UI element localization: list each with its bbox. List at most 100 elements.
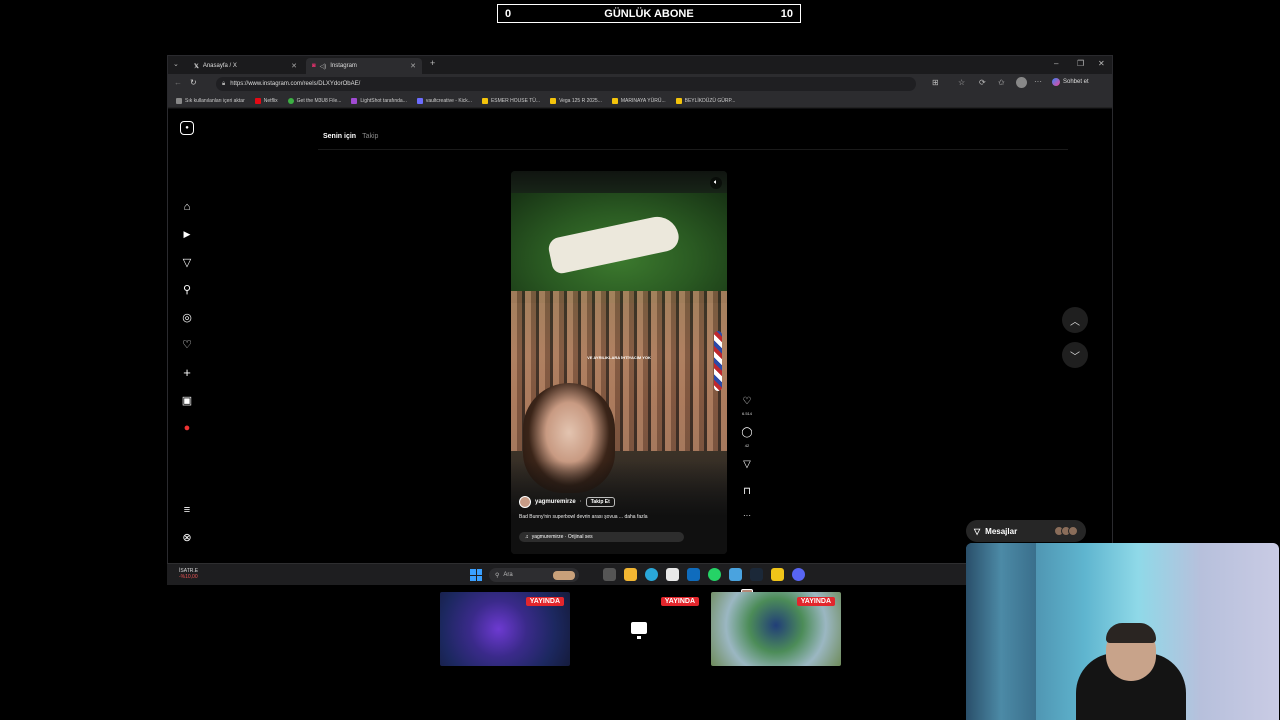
more-menu-icon[interactable]: ··· — [1034, 77, 1042, 86]
subscriber-goal-bar: 0 GÜNLÜK ABONE 10 — [497, 4, 801, 23]
reel-description[interactable]: Bad Bunny'nin superbowl devrin arası şov… — [519, 514, 648, 520]
reel-audio[interactable]: ♫ yagmuremirze · Orijinal ses — [519, 532, 684, 542]
settings-icon[interactable] — [729, 568, 742, 581]
send-icon: ▽ — [974, 526, 981, 536]
browser-window: ⌄ 𝕏 Anasayfa / X ✕ ◙ ◁) Instagram ✕ + – … — [167, 55, 1113, 601]
edge-icon[interactable] — [645, 568, 658, 581]
live-badge: YAYINDA — [796, 597, 835, 606]
feed-tabs: Senin için Takip — [323, 133, 378, 140]
back-icon[interactable]: ← — [174, 78, 182, 87]
explore-icon[interactable]: ◎ — [180, 310, 194, 324]
streamer-hair — [1106, 623, 1156, 643]
tab-for-you[interactable]: Senin için — [323, 133, 356, 140]
copilot-button[interactable]: Sohbet et — [1052, 78, 1089, 86]
separator-dot: · — [579, 499, 582, 505]
bookmark-beylikduzu[interactable]: BEYLİKDÜZÜ GÜRP... — [675, 97, 735, 104]
tab-label: Anasayfa / X — [202, 63, 237, 69]
tab-label: Instagram — [330, 63, 357, 69]
stock-widget[interactable]: İSATR.E -%10,00 — [179, 568, 198, 580]
home-icon[interactable]: ⌂ — [180, 200, 194, 214]
reels-icon[interactable]: ▶ — [180, 227, 194, 241]
close-tab-icon[interactable]: ✕ — [291, 62, 297, 70]
bookmark-esmer[interactable]: ESMER HOUSE TÜ... — [481, 97, 540, 104]
star-icon[interactable]: ☆ — [958, 78, 965, 87]
bookmark-import[interactable]: Sık kullanılanları içeri aktar — [176, 97, 245, 104]
steam-icon[interactable] — [750, 568, 763, 581]
search-placeholder: Ara — [503, 572, 513, 578]
task-view-icon[interactable] — [603, 568, 616, 581]
mute-icon[interactable]: 🔈︎ — [710, 177, 722, 189]
divider — [318, 149, 1068, 150]
restore-icon[interactable]: ❐ — [1077, 59, 1084, 68]
new-tab-icon[interactable]: + — [430, 58, 435, 68]
copilot-icon — [1052, 78, 1060, 86]
speaker-icon[interactable]: ◁) — [320, 63, 327, 70]
bookmark-m3u8[interactable]: Get the M3U8 File... — [287, 97, 341, 104]
close-window-icon[interactable]: ✕ — [1098, 59, 1105, 68]
profile-icon[interactable]: ● — [180, 421, 194, 435]
create-icon[interactable]: + — [180, 365, 194, 380]
mail-icon[interactable] — [687, 568, 700, 581]
save-icon[interactable]: ⊓ — [740, 486, 754, 497]
sync-icon[interactable]: ⟳ — [979, 78, 986, 87]
taskbar-search[interactable]: ⚲ Ara — [489, 568, 579, 582]
bookmark-kick[interactable]: vaultcreative - Kick... — [416, 97, 472, 104]
bookmarks-bar: Sık kullanılanları içeri aktar Netflix G… — [168, 94, 1112, 108]
monitor-icon — [631, 622, 647, 639]
stream-thumbnail-2[interactable]: YAYINDA — [575, 592, 705, 666]
tab-instagram[interactable]: ◙ ◁) Instagram ✕ — [306, 58, 422, 74]
dashboard-icon[interactable]: ▣ — [180, 393, 194, 407]
x-logo-icon: 𝕏 — [194, 63, 199, 70]
send-icon[interactable]: ▽ — [180, 255, 194, 269]
start-icon[interactable] — [470, 569, 482, 581]
menu-icon[interactable]: ≡ — [180, 503, 194, 517]
tab-list-icon[interactable]: ⌄ — [173, 60, 179, 68]
reel-video[interactable]: VE AYRILIKLARA İHTİYACIM YOK 🔈︎ yagmurem… — [511, 171, 727, 554]
like-icon[interactable]: ♡ — [740, 396, 754, 407]
stock-change: -%10,00 — [179, 574, 198, 580]
url-field[interactable]: 🔒︎ https://www.instagram.com/reels/DLXYd… — [216, 77, 916, 91]
messages-button[interactable]: ▽ Mesajlar — [966, 520, 1086, 542]
chevron-up-icon: ︿ — [1070, 316, 1080, 328]
whatsapp-icon[interactable] — [708, 568, 721, 581]
file-explorer-icon[interactable] — [624, 568, 637, 581]
search-highlight-icon — [553, 570, 575, 580]
reel-author: yagmuremirze · Takip Et — [519, 496, 615, 508]
webcam-overlay — [966, 543, 1279, 720]
author-username[interactable]: yagmuremirze — [535, 499, 576, 505]
threads-icon[interactable]: ⊗ — [180, 530, 194, 544]
bookmark-lightshot[interactable]: LightShot tarafında... — [351, 97, 407, 104]
next-reel-button[interactable]: ﹀ — [1062, 342, 1088, 368]
share-icon[interactable]: ▽ — [740, 459, 754, 470]
close-tab-icon[interactable]: ✕ — [410, 62, 416, 70]
previous-reel-button[interactable]: ︿ — [1062, 307, 1088, 333]
audio-label: yagmuremirze · Orijinal ses — [531, 534, 593, 540]
barber-pole — [714, 331, 722, 391]
tab-x[interactable]: 𝕏 Anasayfa / X ✕ — [188, 58, 303, 74]
minimize-icon[interactable]: – — [1054, 59, 1058, 68]
store-icon[interactable] — [666, 568, 679, 581]
bookmark-vega[interactable]: Vega 125 R 2025... — [550, 97, 602, 104]
instagram-logo-icon[interactable]: ● — [180, 121, 194, 135]
favorites-icon[interactable]: ✩ — [998, 78, 1005, 87]
live-badge: YAYINDA — [525, 597, 564, 606]
bookmark-marina[interactable]: MARINAYA YÜRÜ... — [611, 97, 666, 104]
bookmark-netflix[interactable]: Netflix — [254, 97, 278, 104]
comment-icon[interactable]: ◯ — [740, 427, 754, 438]
stream-thumbnail-1[interactable]: YAYINDA — [440, 592, 570, 666]
app-icon[interactable] — [771, 568, 784, 581]
refresh-icon[interactable]: ↻ — [190, 78, 197, 87]
search-icon[interactable]: ⚲ — [180, 282, 194, 296]
author-avatar[interactable] — [519, 496, 531, 508]
more-options-icon[interactable]: ··· — [740, 511, 754, 520]
tab-bar: ⌄ 𝕏 Anasayfa / X ✕ ◙ ◁) Instagram ✕ + – … — [168, 56, 1112, 74]
notifications-heart-icon[interactable]: ♡ — [180, 337, 194, 351]
stream-thumbnail-3[interactable]: YAYINDA — [711, 592, 841, 666]
extension-icon[interactable]: ⊞ — [932, 78, 939, 87]
discord-icon[interactable] — [792, 568, 805, 581]
search-icon: ⚲ — [495, 572, 500, 579]
message-avatars — [1054, 526, 1078, 536]
follow-button[interactable]: Takip Et — [585, 497, 615, 507]
profile-avatar[interactable] — [1016, 77, 1027, 88]
tab-following[interactable]: Takip — [362, 133, 378, 140]
